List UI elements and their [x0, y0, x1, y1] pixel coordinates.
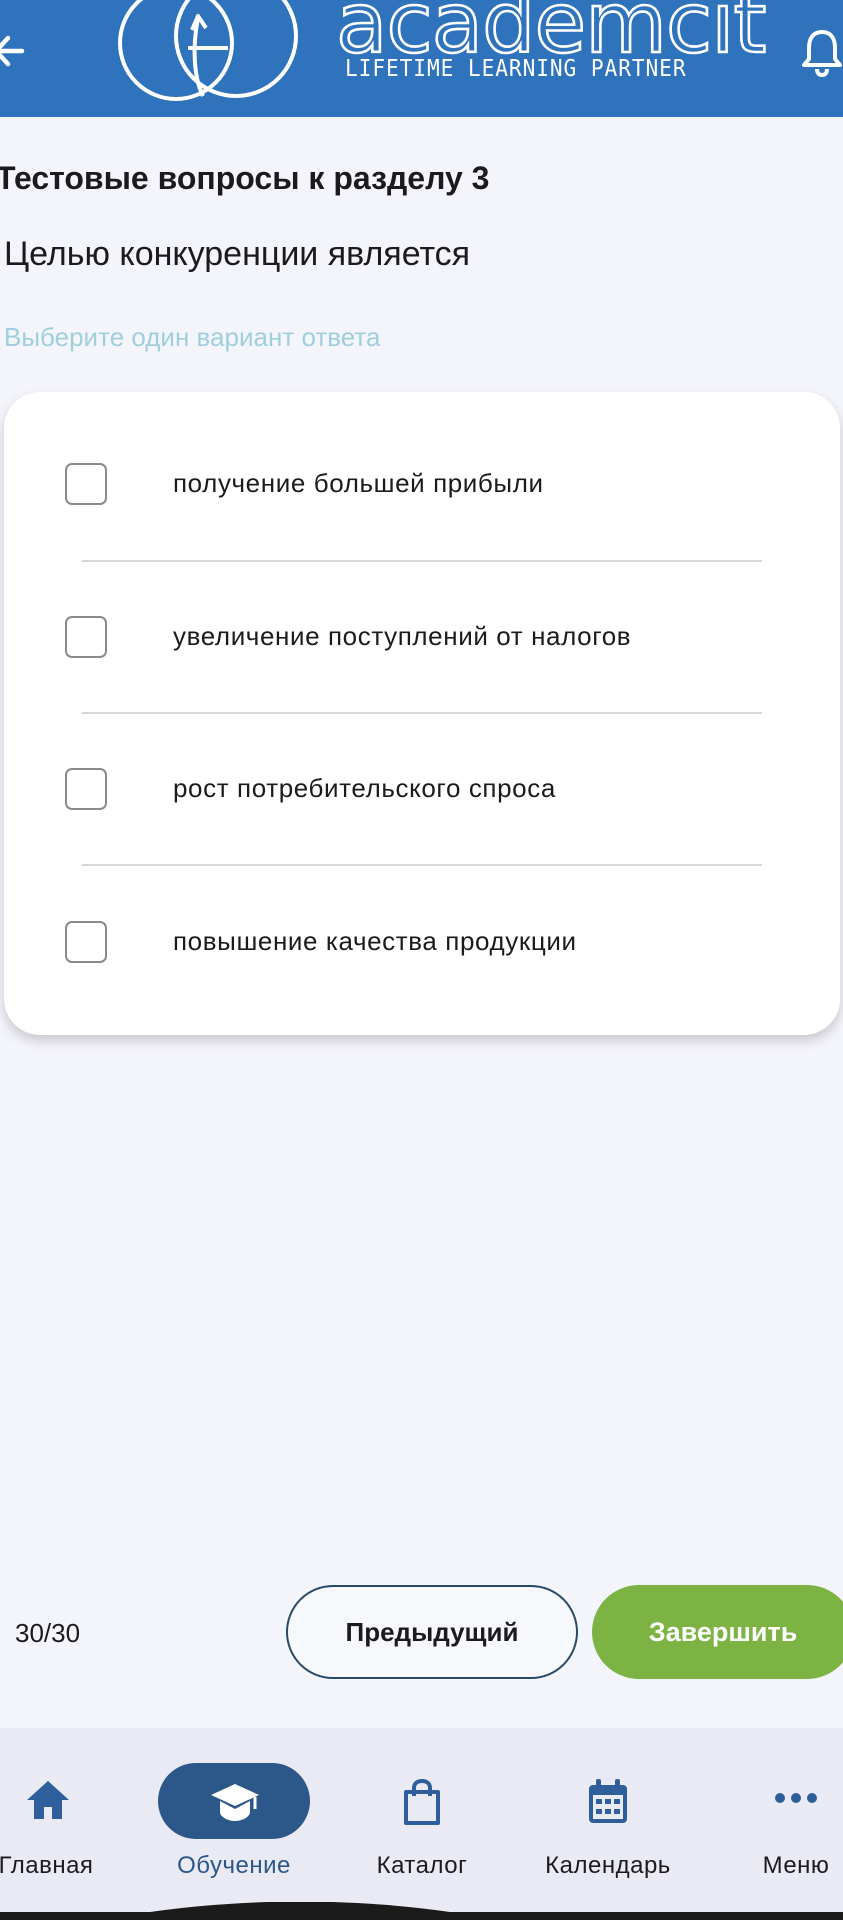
previous-button[interactable]: Предыдущий — [286, 1585, 578, 1679]
system-home-indicator — [0, 1902, 843, 1920]
answer-option-label: увеличение поступлений от налогов — [173, 621, 632, 651]
nav-item-learning[interactable]: Обучение — [164, 1728, 304, 1920]
answer-checkbox[interactable] — [65, 616, 107, 658]
answer-checkbox[interactable] — [65, 768, 107, 810]
shopping-bag-icon — [404, 1778, 440, 1825]
option-divider — [82, 560, 762, 562]
more-dots-icon — [775, 1793, 817, 1803]
bell-icon[interactable] — [800, 26, 843, 78]
section-title: Тестовые вопросы к разделу 3 — [0, 160, 490, 196]
nav-item-label: Главная — [0, 1852, 94, 1879]
answer-option[interactable]: повышение качества продукции — [4, 902, 840, 982]
option-divider — [82, 712, 762, 714]
answer-option-label: получение большей прибыли — [173, 468, 544, 498]
nav-item-label: Календарь — [545, 1852, 671, 1879]
bottom-navigation: Главная Обучение Каталог Календарь Меню — [0, 1728, 843, 1920]
nav-item-calendar[interactable]: Календарь — [540, 1728, 676, 1920]
nav-item-catalog[interactable]: Каталог — [366, 1728, 478, 1920]
nav-item-label: Меню — [762, 1852, 830, 1879]
calendar-icon — [589, 1779, 627, 1823]
answer-option-label: рост потребительского спроса — [173, 773, 556, 803]
brand-tagline: LIFETIME LEARNING PARTNER — [345, 56, 687, 82]
answer-checkbox[interactable] — [65, 921, 107, 963]
nav-item-home[interactable]: Главная — [0, 1728, 102, 1920]
home-icon — [27, 1781, 69, 1819]
nav-item-menu[interactable]: Меню — [752, 1728, 840, 1920]
back-arrow-icon[interactable] — [0, 24, 38, 78]
app-header: academcity LIFETIME LEARNING PARTNER — [0, 0, 843, 117]
option-divider — [82, 864, 762, 866]
answer-options-card: получение большей прибыли увеличение пос… — [4, 392, 840, 1035]
answer-checkbox[interactable] — [65, 463, 107, 505]
answer-option[interactable]: рост потребительского спроса — [4, 749, 840, 829]
nav-item-label: Каталог — [376, 1852, 468, 1879]
question-text: Целью конкуренции является — [4, 235, 471, 273]
question-counter: 30/30 — [15, 1618, 81, 1648]
finish-button[interactable]: Завершить — [592, 1585, 843, 1679]
logo-icon — [118, 0, 298, 101]
nav-item-label: Обучение — [177, 1852, 291, 1879]
graduation-cap-icon — [211, 1784, 259, 1821]
answer-option[interactable]: получение большей прибыли — [4, 444, 840, 524]
answer-option-label: повышение качества продукции — [173, 926, 577, 956]
answer-hint: Выберите один вариант ответа — [4, 322, 381, 352]
answer-option[interactable]: увеличение поступлений от налогов — [4, 597, 840, 677]
